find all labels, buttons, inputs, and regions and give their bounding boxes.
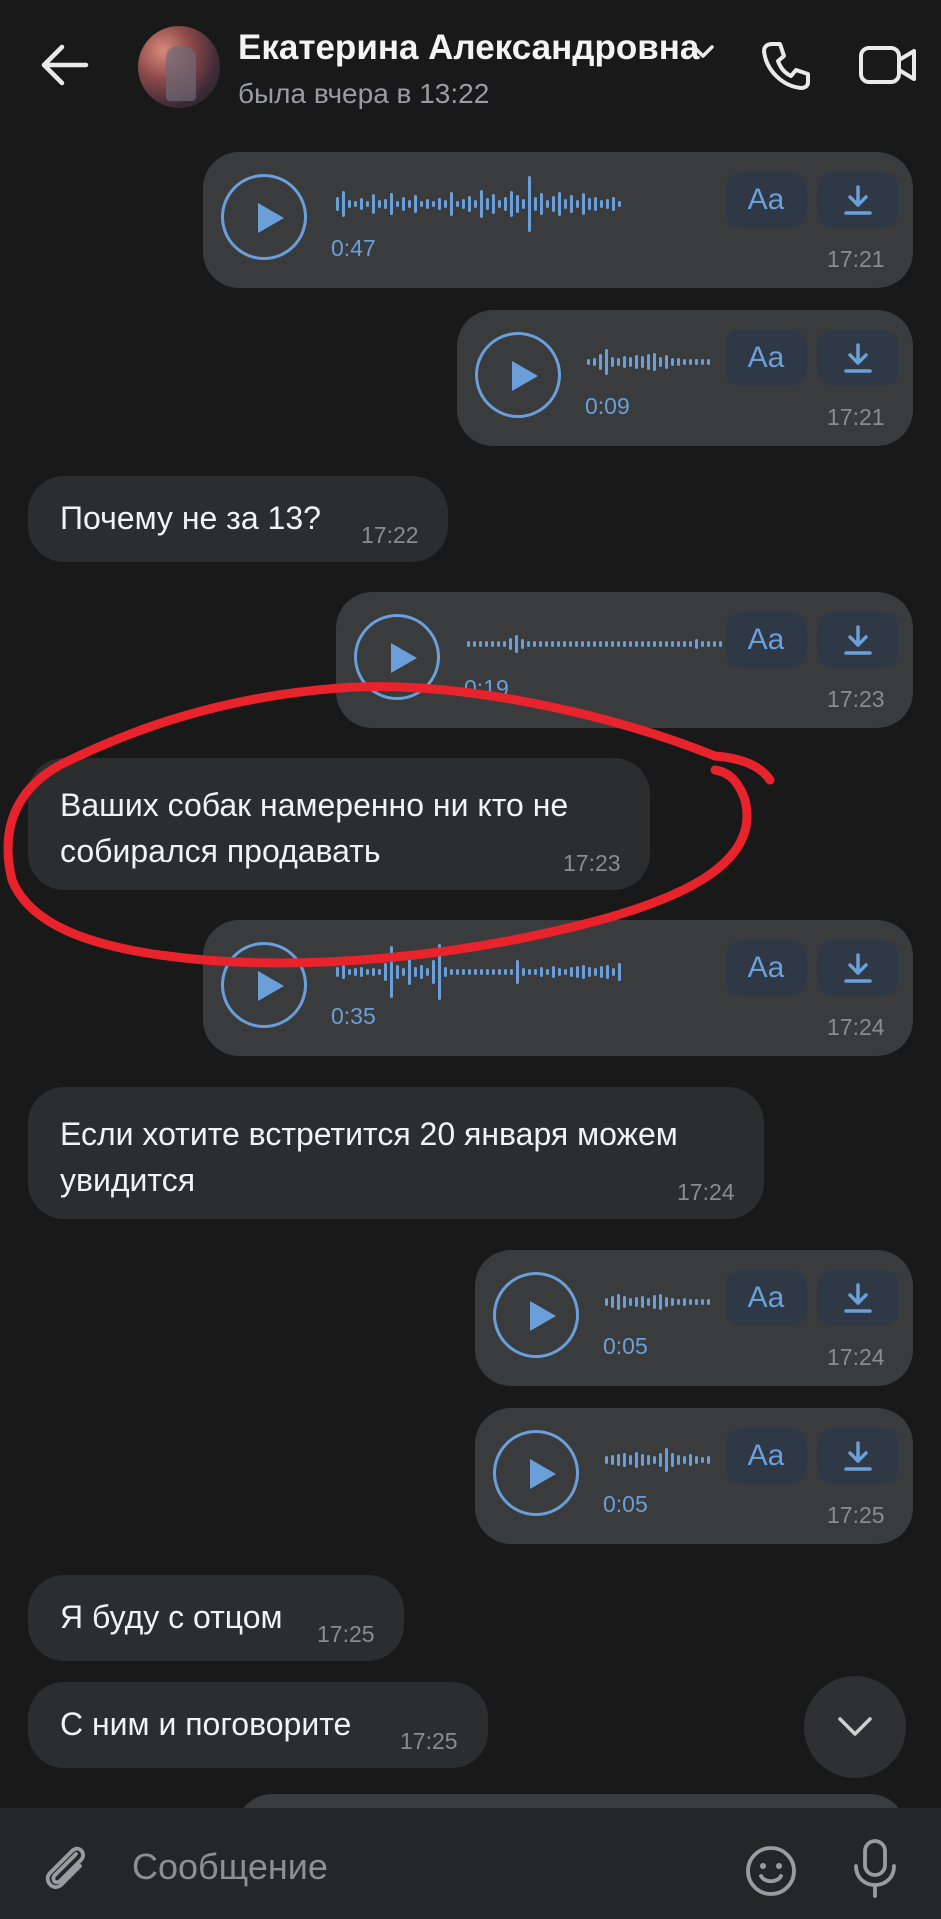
download-button[interactable] xyxy=(817,172,899,228)
voice-message[interactable]: 0:47 Aa 17:21 xyxy=(203,152,913,288)
download-button[interactable] xyxy=(817,330,899,386)
voice-message[interactable]: 0:09 Aa 17:21 xyxy=(457,310,913,446)
message-time: 17:24 xyxy=(677,1179,735,1205)
download-button[interactable] xyxy=(817,940,899,996)
message-text: С ним и поговорите xyxy=(60,1706,352,1742)
waveform[interactable] xyxy=(605,1430,710,1490)
voice-duration: 0:47 xyxy=(331,235,376,261)
message-input[interactable]: Сообщение xyxy=(132,1846,328,1888)
microphone-icon[interactable] xyxy=(850,1838,900,1900)
play-button[interactable] xyxy=(493,1430,579,1516)
waveform[interactable] xyxy=(605,1272,710,1332)
voice-message[interactable]: 0:05 Aa 17:25 xyxy=(475,1408,913,1544)
message-composer: Сообщение xyxy=(0,1808,941,1919)
phone-icon[interactable] xyxy=(758,38,814,94)
contact-name[interactable]: Екатерина Александровна xyxy=(238,28,699,68)
incoming-message[interactable]: Почему не за 13? 17:22 xyxy=(28,476,448,562)
message-time: 17:24 xyxy=(827,1344,885,1370)
emoji-icon[interactable] xyxy=(744,1844,798,1898)
play-button[interactable] xyxy=(354,614,440,700)
message-time: 17:25 xyxy=(400,1728,458,1754)
transcribe-button[interactable]: Aa xyxy=(725,1270,807,1326)
play-button[interactable] xyxy=(493,1272,579,1358)
download-button[interactable] xyxy=(817,1270,899,1326)
transcribe-button[interactable]: Aa xyxy=(725,172,807,228)
message-time: 17:24 xyxy=(827,1014,885,1040)
download-button[interactable] xyxy=(817,612,899,668)
incoming-message[interactable]: Ваших собак намеренно ни кто не собиралс… xyxy=(28,758,650,890)
message-time: 17:22 xyxy=(361,522,419,548)
voice-duration: 0:05 xyxy=(603,1491,648,1517)
message-text: Если хотите встретится 20 января можем у… xyxy=(60,1116,678,1198)
message-time: 17:21 xyxy=(827,404,885,430)
download-icon xyxy=(844,343,872,373)
back-arrow-icon[interactable] xyxy=(36,40,92,90)
download-icon xyxy=(844,185,872,215)
transcribe-button[interactable]: Aa xyxy=(725,940,807,996)
download-icon xyxy=(844,953,872,983)
incoming-message[interactable]: Если хотите встретится 20 января можем у… xyxy=(28,1087,764,1219)
attach-paperclip-icon[interactable] xyxy=(38,1840,92,1894)
download-icon xyxy=(844,625,872,655)
chevron-down-icon[interactable] xyxy=(690,42,716,62)
waveform[interactable] xyxy=(336,942,621,1002)
voice-duration: 0:19 xyxy=(464,675,509,701)
message-text: Почему не за 13? xyxy=(60,500,321,536)
contact-status: была вчера в 13:22 xyxy=(238,78,490,109)
waveform[interactable] xyxy=(587,332,710,392)
incoming-message[interactable]: Я буду с отцом 17:25 xyxy=(28,1575,404,1661)
incoming-message[interactable]: С ним и поговорите 17:25 xyxy=(28,1682,488,1768)
transcribe-button[interactable]: Aa xyxy=(725,1428,807,1484)
waveform[interactable] xyxy=(336,174,621,234)
transcribe-button[interactable]: Aa xyxy=(725,330,807,386)
voice-message[interactable]: 0:05 Aa 17:24 xyxy=(475,1250,913,1386)
video-camera-icon[interactable] xyxy=(858,42,918,88)
download-button[interactable] xyxy=(817,1428,899,1484)
voice-duration: 0:05 xyxy=(603,1333,648,1359)
voice-duration: 0:35 xyxy=(331,1003,376,1029)
voice-duration: 0:09 xyxy=(585,393,630,419)
voice-message[interactable]: 0:19 Aa 17:23 xyxy=(336,592,913,728)
download-icon xyxy=(844,1283,872,1313)
voice-message[interactable]: 0:35 Aa 17:24 xyxy=(203,920,913,1056)
download-icon xyxy=(844,1441,872,1471)
message-text: Ваших собак намеренно ни кто не собиралс… xyxy=(60,787,569,869)
message-text: Я буду с отцом xyxy=(60,1599,283,1635)
play-button[interactable] xyxy=(221,174,307,260)
message-time: 17:25 xyxy=(317,1621,375,1647)
transcribe-button[interactable]: Aa xyxy=(725,612,807,668)
scroll-to-bottom-button[interactable] xyxy=(804,1676,906,1778)
chevron-down-icon xyxy=(838,1717,872,1736)
play-button[interactable] xyxy=(475,332,561,418)
play-button[interactable] xyxy=(221,942,307,1028)
message-time: 17:23 xyxy=(827,686,885,712)
waveform[interactable] xyxy=(467,614,752,674)
chat-header: Екатерина Александровна была вчера в 13:… xyxy=(0,0,941,128)
message-time: 17:25 xyxy=(827,1502,885,1528)
message-time: 17:23 xyxy=(563,850,621,876)
message-time: 17:21 xyxy=(827,246,885,272)
contact-avatar[interactable] xyxy=(138,26,220,108)
